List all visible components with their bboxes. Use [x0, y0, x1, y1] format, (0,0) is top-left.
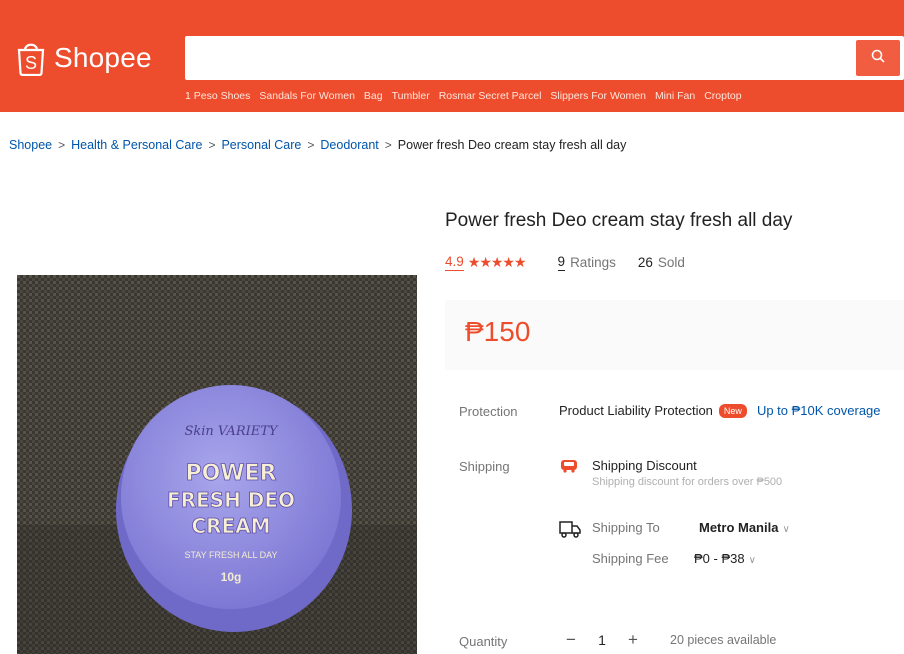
protection-text[interactable]: Product Liability Protection — [559, 403, 713, 418]
breadcrumb-separator: > — [58, 138, 66, 152]
breadcrumb-separator: > — [307, 138, 315, 152]
breadcrumb-link-deodorant[interactable]: Deodorant — [320, 138, 378, 152]
search-icon — [871, 49, 885, 68]
search-button[interactable] — [856, 40, 900, 76]
rating-label: Ratings — [570, 255, 616, 270]
quantity-input[interactable]: 1 — [584, 632, 620, 648]
rating-row: 4.9 ★★★★★ 9 Ratings 26 Sold — [445, 254, 685, 271]
shipping-to-selector[interactable]: Metro Manila ∨ — [699, 520, 790, 535]
chevron-down-icon: ∨ — [782, 524, 790, 535]
chevron-down-icon: ∨ — [748, 555, 756, 566]
jar-line-2: FRESH DEO — [167, 488, 295, 512]
decrease-quantity-button[interactable]: − — [558, 630, 584, 650]
jar-brand-text: Skin VARIETY — [184, 424, 278, 439]
suggestion-link[interactable]: Bag — [364, 90, 383, 102]
suggestion-link[interactable]: 1 Peso Shoes — [185, 90, 250, 102]
sold-label: Sold — [657, 255, 685, 270]
product-image[interactable]: Skin VARIETY POWER FRESH DEO CREAM STAY … — [17, 275, 417, 654]
search-suggestions: 1 Peso Shoes Sandals For Women Bag Tumbl… — [185, 90, 742, 102]
shipping-label: Shipping — [459, 459, 510, 474]
jar-weight: 10g — [221, 570, 242, 584]
top-header: S Shopee 1 Peso Shoes Sandals For Women … — [0, 0, 904, 112]
suggestion-link[interactable]: Sandals For Women — [259, 90, 355, 102]
protection-row: Product Liability Protection New Up to ₱… — [559, 403, 881, 418]
product-title: Power fresh Deo cream stay fresh all day — [445, 210, 793, 231]
coverage-link[interactable]: Up to ₱10K coverage — [757, 403, 881, 418]
breadcrumb-current: Power fresh Deo cream stay fresh all day — [397, 138, 627, 152]
sold-count: 26 — [637, 255, 653, 270]
shipping-fee-selector[interactable]: ₱0 - ₱38 ∨ — [694, 551, 756, 566]
shipping-discount-title: Shipping Discount — [592, 458, 697, 473]
product-price: ₱150 — [465, 316, 531, 347]
delivery-truck-icon — [559, 520, 581, 538]
star-rating-icon: ★★★★★ — [467, 254, 527, 270]
jar-tagline: STAY FRESH ALL DAY — [184, 550, 277, 560]
shipping-fee-value: ₱0 - ₱38 — [694, 551, 745, 566]
jar-line-1: POWER — [185, 461, 276, 486]
free-shipping-truck-icon — [560, 459, 578, 473]
shipping-discount-subtitle: Shipping discount for orders over ₱500 — [592, 476, 783, 488]
jar-line-3: CREAM — [191, 514, 270, 538]
shipping-to-value: Metro Manila — [699, 520, 779, 535]
price-section: ₱150 — [445, 300, 904, 370]
breadcrumb-link-home[interactable]: Shopee — [9, 138, 52, 152]
suggestion-link[interactable]: Tumbler — [392, 90, 430, 102]
breadcrumb-separator: > — [384, 138, 392, 152]
suggestion-link[interactable]: Rosmar Secret Parcel — [439, 90, 542, 102]
increase-quantity-button[interactable]: + — [620, 630, 646, 650]
breadcrumb: Shopee > Health & Personal Care > Person… — [9, 138, 626, 152]
suggestion-link[interactable]: Mini Fan — [655, 90, 695, 102]
breadcrumb-link-health[interactable]: Health & Personal Care — [71, 138, 202, 152]
svg-text:S: S — [25, 53, 37, 73]
shipping-fee-label: Shipping Fee — [592, 551, 669, 566]
search-input[interactable] — [185, 36, 855, 80]
suggestion-link[interactable]: Croptop — [704, 90, 741, 102]
quantity-stepper: − 1 + — [558, 630, 646, 650]
brand-name: Shopee — [54, 42, 152, 73]
shopee-logo[interactable]: S Shopee — [16, 40, 152, 76]
search-bar — [185, 36, 904, 80]
rating-count[interactable]: 9 — [557, 254, 566, 271]
rating-value[interactable]: 4.9 — [445, 254, 464, 271]
new-badge: New — [718, 403, 747, 418]
protection-label: Protection — [459, 404, 518, 419]
breadcrumb-separator: > — [208, 138, 216, 152]
shopping-bag-icon: S — [16, 40, 46, 76]
suggestion-link[interactable]: Slippers For Women — [550, 90, 646, 102]
stock-available: 20 pieces available — [670, 633, 777, 647]
shipping-to-label: Shipping To — [592, 520, 660, 535]
breadcrumb-link-personal-care[interactable]: Personal Care — [221, 138, 301, 152]
quantity-label: Quantity — [459, 634, 508, 649]
